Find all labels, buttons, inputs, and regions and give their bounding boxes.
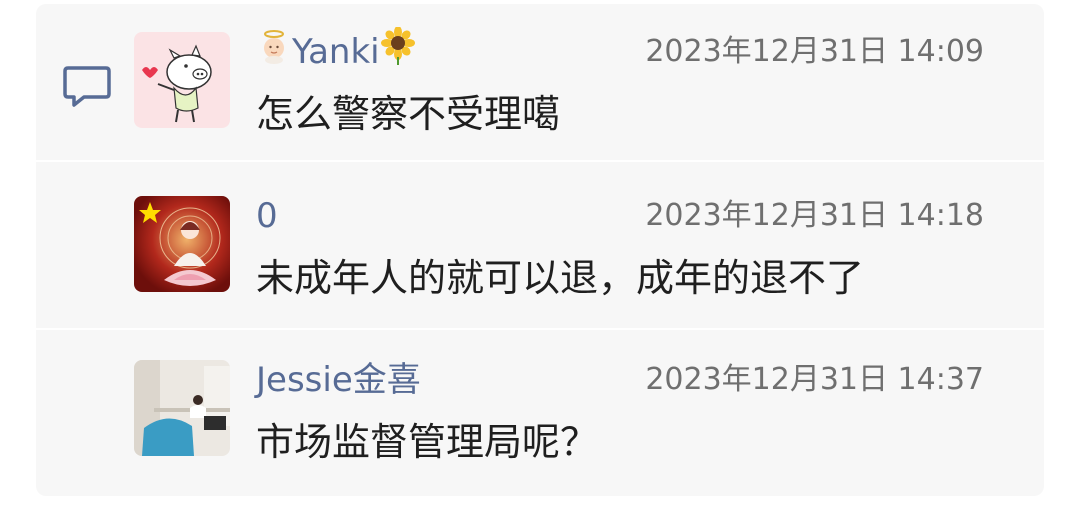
- comment-text: 未成年人的就可以退，成年的退不了: [256, 256, 865, 300]
- comment-timestamp: 2023年12月31日 14:18: [645, 198, 984, 233]
- comment-author-name[interactable]: Yanki: [256, 26, 416, 74]
- avatar[interactable]: [134, 196, 230, 292]
- comment-item: Jessie金喜 2023年12月31日 14:37 市场监督管理局呢？: [134, 360, 1014, 500]
- comment-item: 0 2023年12月31日 14:18 未成年人的就可以退，成年的退不了: [134, 196, 1014, 336]
- comment-author-name[interactable]: 0: [256, 196, 278, 236]
- comment-text: 怎么警察不受理噶: [256, 92, 561, 136]
- avatar[interactable]: [134, 32, 230, 128]
- comment-bubble-icon[interactable]: [62, 64, 112, 110]
- sunflower-emoji: [380, 26, 416, 74]
- comment-item: Yanki 2023年12月31日 14:09 怎么警察不受理噶: [134, 26, 1014, 172]
- comment-author-name[interactable]: Jessie金喜: [256, 360, 421, 400]
- comment-timestamp: 2023年12月31日 14:09: [645, 34, 984, 69]
- angel-baby-emoji: [256, 28, 292, 73]
- comment-author-label: Yanki: [292, 32, 380, 72]
- comment-text: 市场监督管理局呢？: [256, 420, 599, 464]
- comment-timestamp: 2023年12月31日 14:37: [645, 362, 984, 397]
- avatar[interactable]: [134, 360, 230, 456]
